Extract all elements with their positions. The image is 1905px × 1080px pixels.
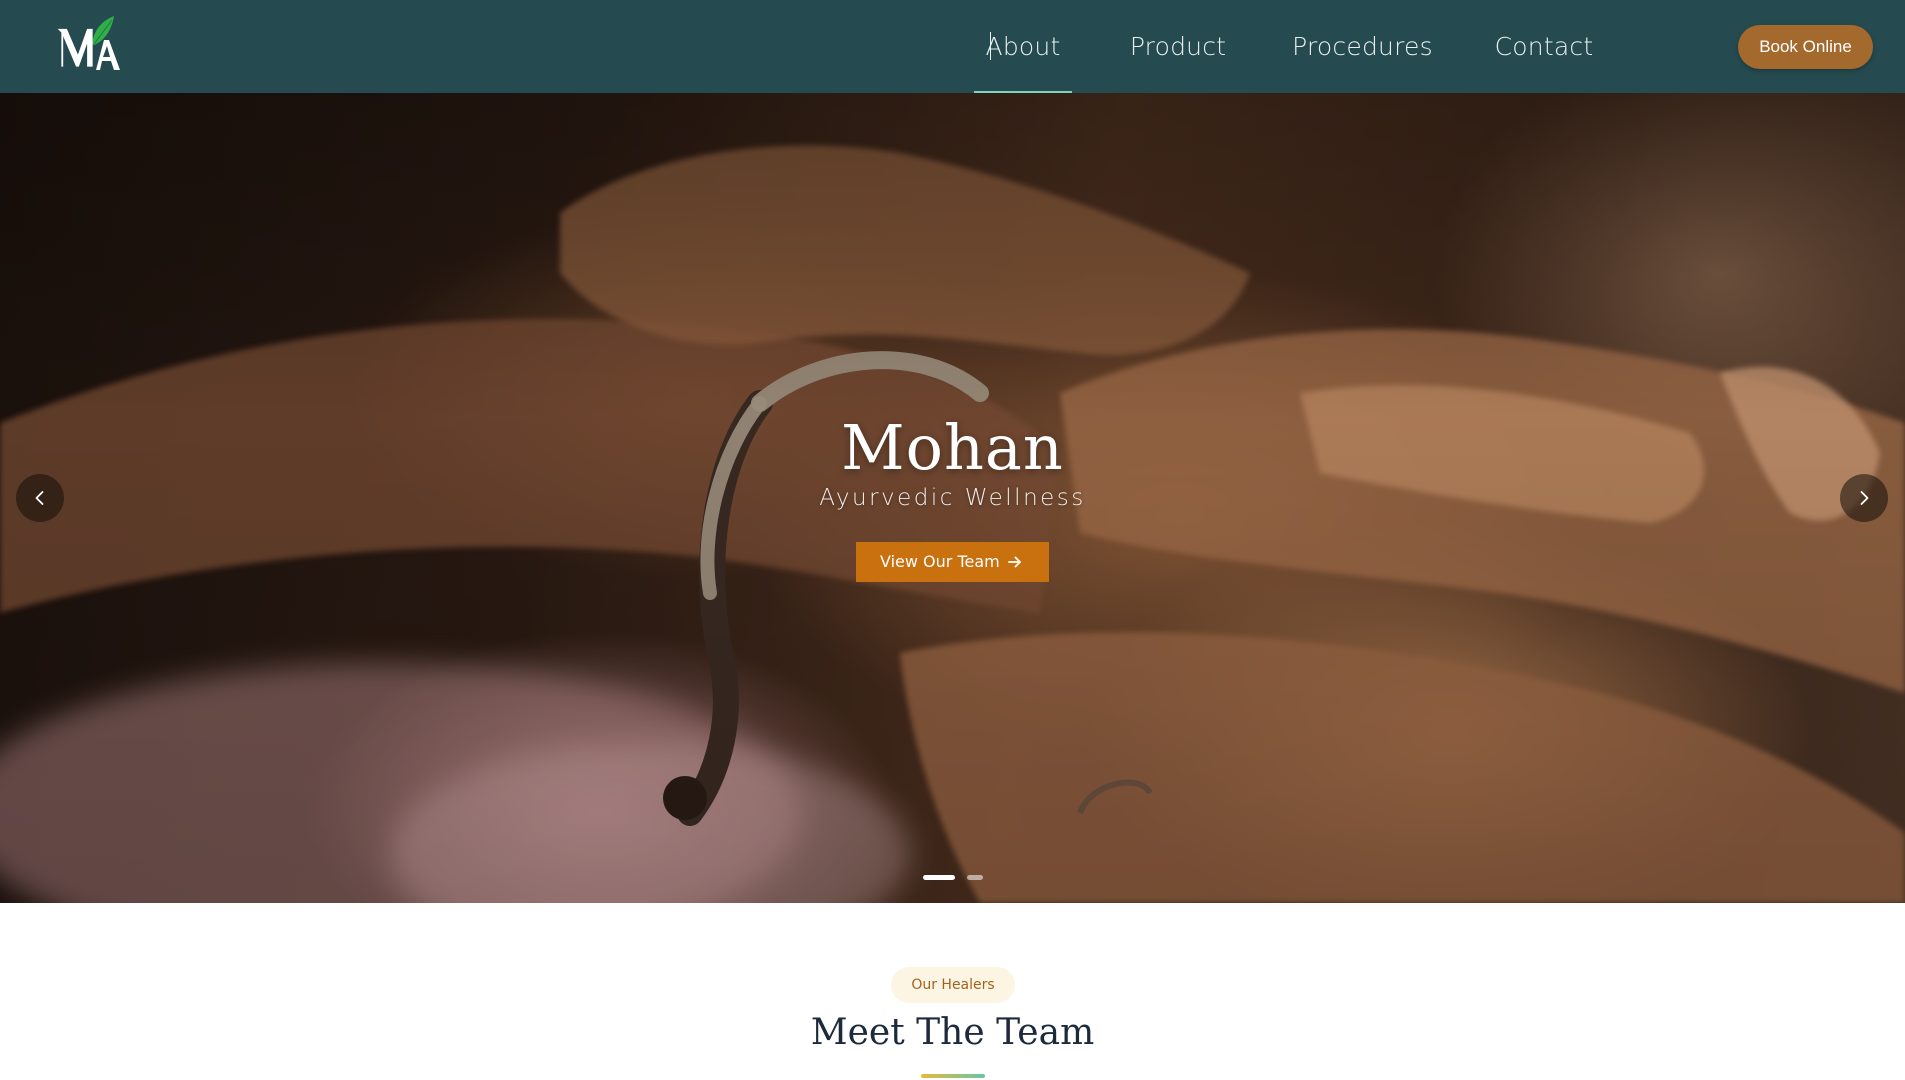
- book-online-button[interactable]: Book Online: [1738, 25, 1873, 69]
- our-healers-badge: Our Healers: [891, 967, 1015, 1003]
- slider-pagination: [0, 875, 1905, 883]
- view-our-team-label: View Our Team: [880, 552, 1000, 571]
- slider-dot-1[interactable]: [923, 875, 955, 880]
- slider-next-button[interactable]: [1840, 474, 1888, 522]
- hero-subtitle: Ayurvedic Wellness: [819, 485, 1086, 511]
- nav-contact-link[interactable]: Contact: [1488, 0, 1600, 93]
- ma-logo-icon: [57, 16, 120, 70]
- view-our-team-button[interactable]: View Our Team: [856, 542, 1049, 582]
- brand-logo[interactable]: [56, 14, 126, 74]
- slider-dot-2[interactable]: [967, 875, 983, 880]
- nav-procedures-link[interactable]: Procedures: [1290, 0, 1435, 93]
- nav-product-link[interactable]: Product: [1122, 0, 1234, 93]
- slider-prev-button[interactable]: [16, 474, 64, 522]
- meet-the-team-heading: Meet The Team: [810, 1012, 1095, 1053]
- hero-slider: Mohan Ayurvedic Wellness View Our Team: [0, 93, 1905, 903]
- heading-underline: [921, 1074, 985, 1078]
- nav-about-link[interactable]: About: [974, 0, 1072, 93]
- hero-title: Mohan: [841, 411, 1064, 484]
- arrow-right-icon: [1008, 556, 1021, 568]
- chevron-right-icon: [1860, 491, 1869, 505]
- text-cursor: [990, 32, 991, 60]
- chevron-left-icon: [35, 491, 44, 505]
- top-navbar: About Product Procedures Contact Book On…: [0, 0, 1905, 93]
